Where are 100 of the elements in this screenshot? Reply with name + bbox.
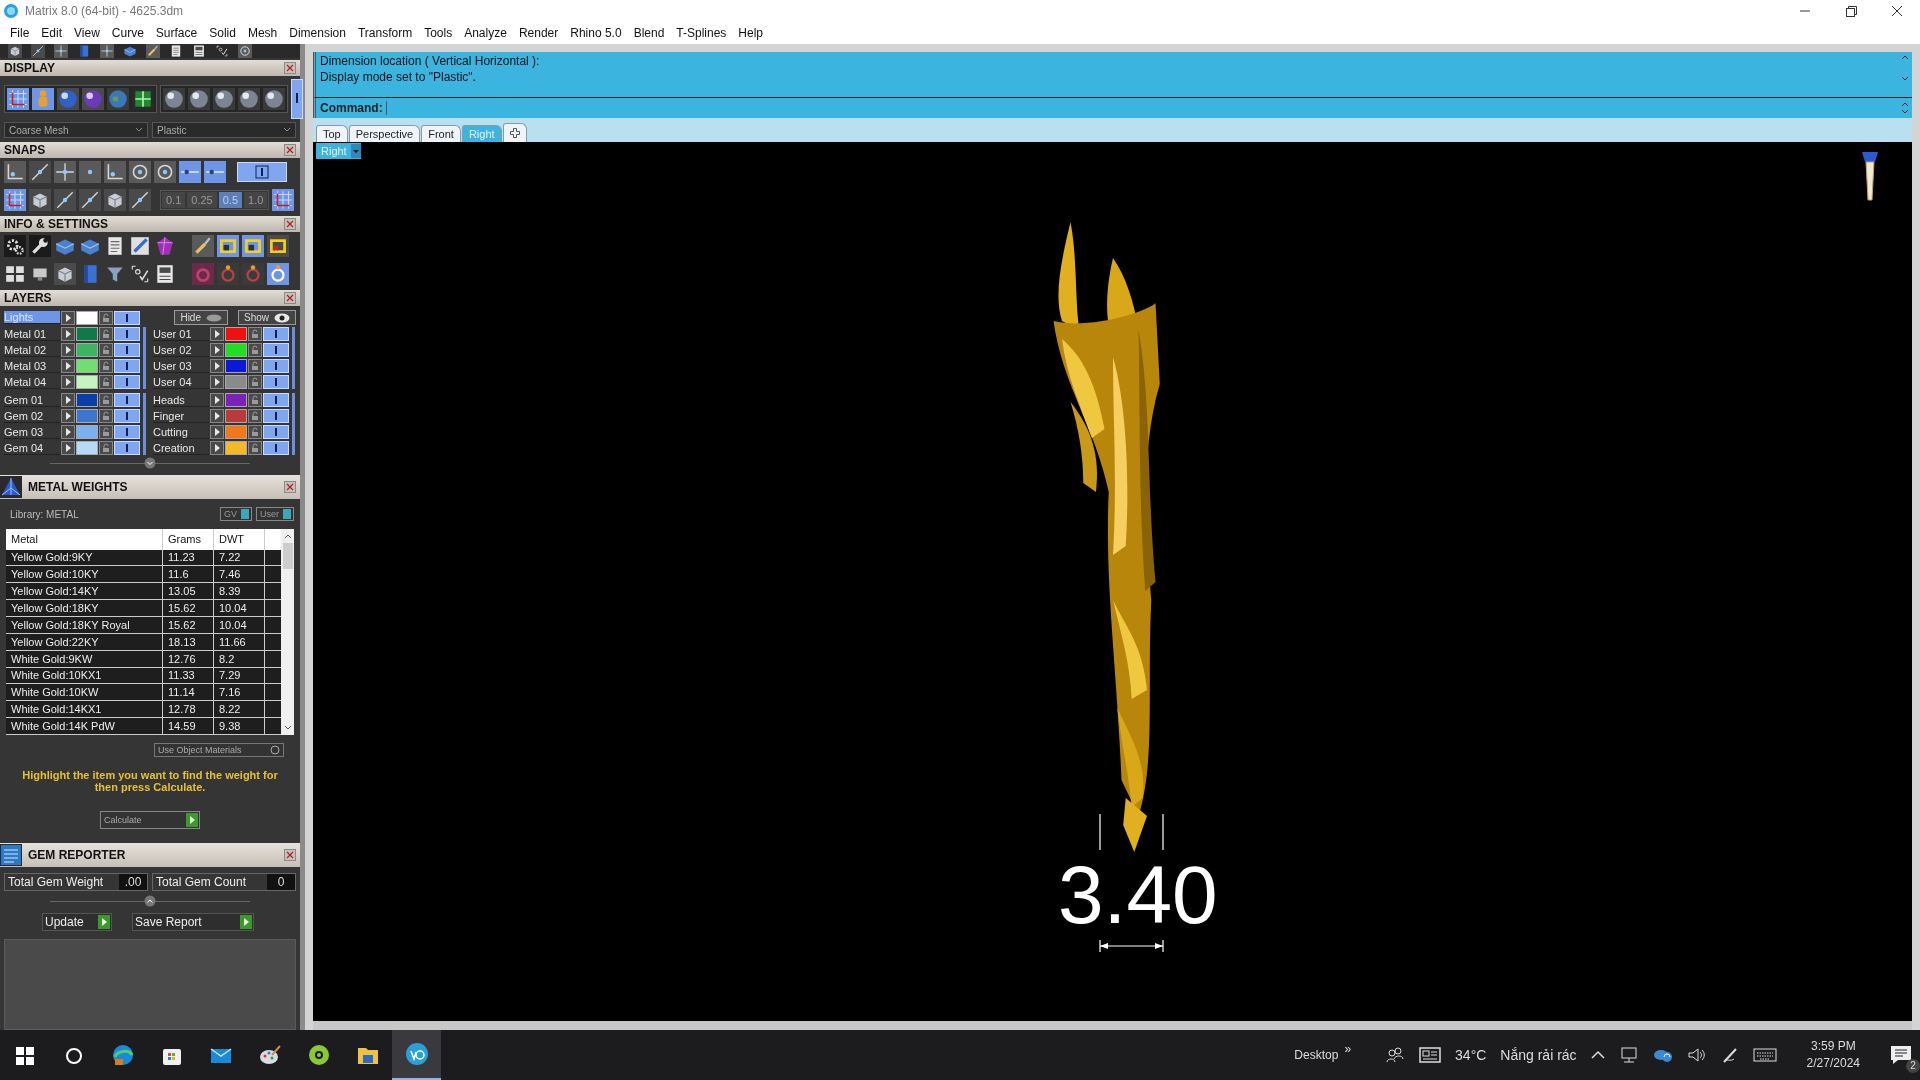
play-icon[interactable] [210,375,224,389]
gem-icon[interactable] [154,235,176,257]
corner-icon[interactable] [104,161,126,183]
scrollbar[interactable] [143,327,146,389]
scrollbar[interactable] [292,327,295,389]
dropdown[interactable]: Plastic [152,122,296,138]
show-button[interactable]: Show [238,310,296,325]
color-swatch[interactable] [76,310,98,325]
lock-icon[interactable] [99,375,113,389]
layer-name[interactable]: User 04 [153,375,209,389]
box-icon[interactable] [123,44,137,58]
toggle-icon[interactable] [114,359,140,373]
table-row[interactable]: White Gold:14K PdW 14.59 9.38 [6,718,281,735]
network-icon[interactable] [1618,1046,1639,1064]
menu-item[interactable]: File [4,26,36,40]
play-icon[interactable] [61,409,75,423]
notification-icon[interactable] [1890,1045,1912,1065]
color-swatch[interactable] [225,327,247,341]
menu-item[interactable]: Rhino 5.0 [564,26,628,40]
lock-icon[interactable] [99,393,113,407]
add-tab-button[interactable] [502,123,527,142]
color-swatch[interactable] [225,393,247,407]
table-row[interactable]: Yellow Gold:14KY 13.05 8.39 [6,583,281,601]
layer-name[interactable]: Gem 02 [4,409,60,423]
scroll-arrows-icon[interactable] [1900,53,1910,83]
toggle-icon[interactable] [114,409,140,423]
chevron-up-icon[interactable] [1590,1050,1605,1060]
toggle-icon[interactable] [263,327,289,341]
speaker-icon[interactable] [1686,1046,1707,1064]
window-icon[interactable] [4,263,26,285]
menu-item[interactable]: Tools [418,26,459,40]
save-report-button[interactable]: Save Report [132,913,254,931]
pen-icon[interactable] [129,235,151,257]
gear-icon[interactable] [4,235,26,257]
wrench-icon[interactable] [29,235,51,257]
brush-icon[interactable] [146,44,160,58]
layer-name[interactable]: Gem 04 [4,441,60,455]
toggle-icon[interactable] [114,441,140,455]
play-icon[interactable] [210,327,224,341]
snap-value-button[interactable]: 0.25 [187,192,217,208]
table-row[interactable]: Yellow Gold:10KY 11.6 7.46 [6,566,281,584]
toggle-icon[interactable] [263,359,289,373]
menu-item[interactable]: Edit [35,26,69,40]
play-icon[interactable] [61,393,75,407]
scrollbar[interactable] [313,1021,1912,1030]
lock-icon[interactable] [248,425,262,439]
close-icon[interactable] [284,218,296,230]
command-line-field[interactable]: Command: [313,97,1912,118]
palette-icon[interactable] [257,1043,282,1067]
cube-icon[interactable] [54,263,76,285]
menu-item[interactable]: Render [512,26,565,40]
menu-item[interactable]: View [68,26,106,40]
frame-icon[interactable] [242,235,264,257]
color-swatch[interactable] [225,425,247,439]
toggle-icon[interactable] [263,409,289,423]
update-button[interactable]: Update [42,913,112,931]
panel-icon[interactable] [192,44,206,58]
scrollbar[interactable] [281,529,294,735]
people-icon[interactable] [1385,1045,1406,1065]
crosshair-icon[interactable] [100,44,114,58]
grid-icon[interactable] [4,189,26,211]
toggle-icon[interactable] [263,343,289,357]
color-swatch[interactable] [225,359,247,373]
color-swatch[interactable] [76,393,98,407]
lock-icon[interactable] [248,441,262,455]
menu-item[interactable]: Transform [351,26,419,40]
close-icon[interactable] [284,144,296,156]
toggle-icon[interactable] [263,375,289,389]
keyboard-icon[interactable] [1752,1048,1777,1062]
pen-icon[interactable] [1720,1046,1739,1064]
globe-icon[interactable] [107,88,129,110]
color-swatch[interactable] [76,375,98,389]
chevron-button[interactable]: » [1344,1042,1352,1056]
toggle-icon[interactable] [291,79,303,119]
brush-icon[interactable] [192,235,214,257]
cube-icon[interactable] [29,189,51,211]
line-icon[interactable] [79,189,101,211]
menu-item[interactable]: Analyze [458,26,513,40]
play-icon[interactable] [61,441,75,455]
sphere-icon[interactable] [188,88,210,110]
layer-name[interactable]: Heads [153,393,209,407]
toggle-icon[interactable] [237,162,287,182]
close-icon[interactable] [284,849,296,861]
layer-name[interactable]: Metal 03 [4,359,60,373]
table-row[interactable]: White Gold:10KW 11.14 7.16 [6,684,281,702]
layer-name[interactable]: Metal 02 [4,343,60,357]
menu-item[interactable]: Solid [203,26,242,40]
line-icon[interactable] [129,189,151,211]
play-icon[interactable] [210,425,224,439]
close-icon[interactable] [284,292,296,304]
ring-icon[interactable] [267,263,289,285]
menu-item[interactable]: Surface [149,26,204,40]
browser-icon[interactable] [110,1043,135,1067]
lock-icon[interactable] [99,425,113,439]
layer-name[interactable]: Gem 01 [4,393,60,407]
lock-icon[interactable] [99,359,113,373]
column-header[interactable]: DWT [214,529,265,550]
color-swatch[interactable] [76,327,98,341]
play-icon[interactable] [61,425,75,439]
lock-icon[interactable] [248,359,262,373]
